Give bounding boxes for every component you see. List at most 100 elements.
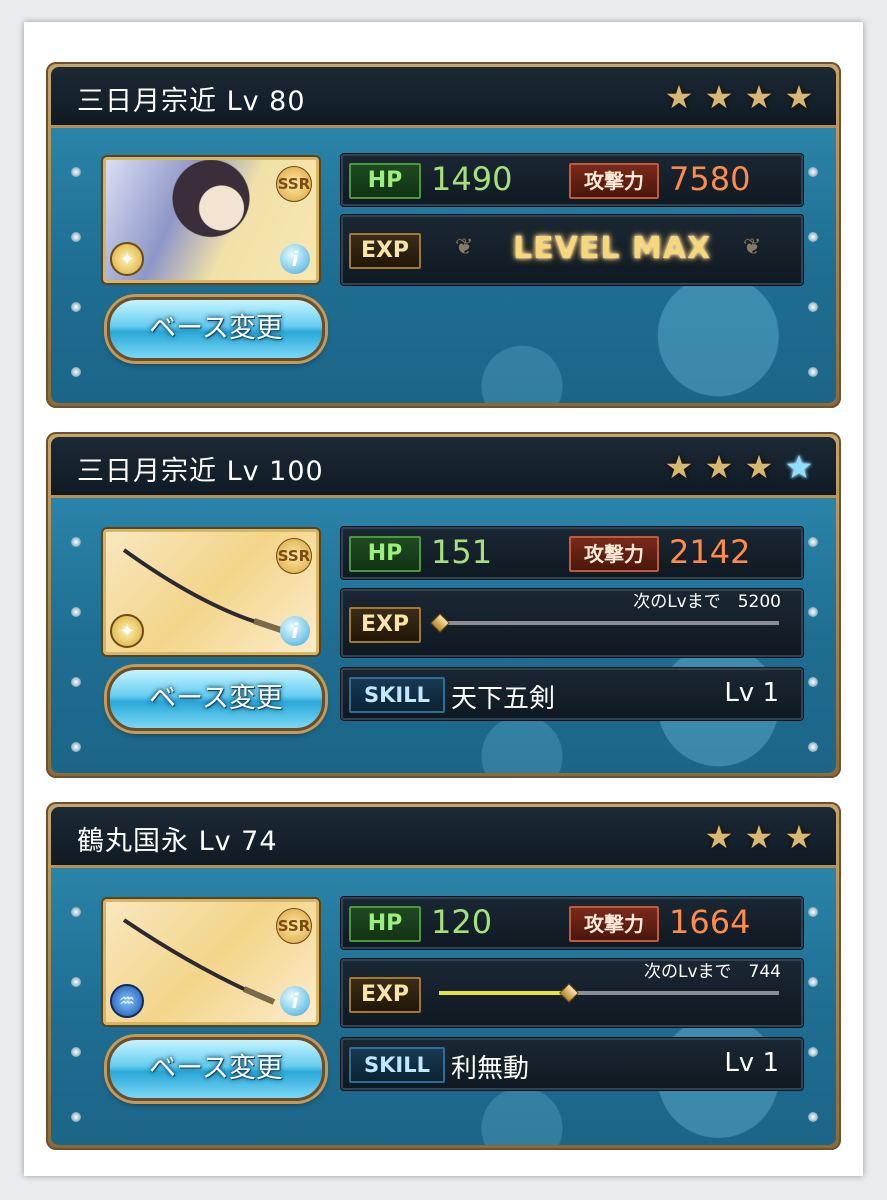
light-element-icon: ✦	[110, 614, 144, 648]
water-element-icon: ♒	[110, 984, 144, 1018]
rarity-badge: SSR	[276, 166, 312, 202]
card-title-bar: 鶴丸国永 Lv 74 ★ ★ ★	[51, 807, 836, 868]
change-base-button[interactable]: ベース変更	[107, 1037, 325, 1101]
hp-value: 1490	[431, 160, 513, 198]
star-rating: ★ ★ ★ ★	[662, 451, 816, 483]
rivet	[71, 1047, 81, 1057]
stats-bar: HP 151 攻撃力 2142	[341, 527, 803, 579]
card-title-bar: 三日月宗近 Lv 80 ★ ★ ★ ★	[51, 67, 836, 128]
info-icon[interactable]: i	[280, 986, 310, 1016]
rivet	[808, 1047, 818, 1057]
attack-label: 攻撃力	[569, 163, 659, 199]
hp-value: 120	[431, 903, 493, 941]
character-portrait[interactable]: SSR ✦ i	[103, 157, 319, 283]
star-icon: ★	[704, 78, 734, 116]
rarity-badge: SSR	[276, 538, 312, 574]
next-level-label: 次のLvまで 5200	[633, 592, 781, 612]
skill-name: 天下五剣	[451, 684, 556, 714]
star-icon: ★	[704, 448, 734, 486]
star-icon: ★	[744, 78, 774, 116]
change-base-button[interactable]: ベース変更	[107, 667, 325, 731]
star-icon: ★	[744, 818, 774, 856]
exp-label: EXP	[349, 977, 421, 1013]
info-icon[interactable]: i	[280, 244, 310, 274]
rivet	[71, 742, 81, 752]
weapon-portrait[interactable]: SSR ✦ i	[103, 529, 319, 655]
hp-label: HP	[349, 163, 421, 199]
rivet	[808, 607, 818, 617]
weapon-name-level: 鶴丸国永 Lv 74	[77, 826, 278, 857]
rivet	[71, 167, 81, 177]
rivet	[808, 1112, 818, 1122]
weapon-name-level: 三日月宗近 Lv 80	[77, 86, 306, 117]
rivet	[808, 232, 818, 242]
attack-value: 7580	[669, 160, 751, 198]
hp-label: HP	[349, 536, 421, 572]
level-max-text: LEVEL MAX	[513, 231, 712, 266]
rivet	[71, 367, 81, 377]
exp-progress-fill	[439, 991, 569, 995]
star-icon: ★	[744, 448, 774, 486]
star-icon: ★	[664, 78, 694, 116]
wing-ornament-left: ❦	[455, 235, 474, 260]
rivet	[808, 907, 818, 917]
star-icon: ★	[784, 818, 814, 856]
star-icon: ★	[664, 448, 694, 486]
rarity-badge: SSR	[276, 908, 312, 944]
exp-label: EXP	[349, 233, 421, 269]
rivet	[71, 677, 81, 687]
rivet	[71, 537, 81, 547]
skill-level: Lv 1	[724, 1048, 779, 1078]
skill-bar: SKILL 天下五剣 Lv 1	[341, 668, 803, 720]
info-icon[interactable]: i	[280, 616, 310, 646]
rivet	[71, 302, 81, 312]
light-element-icon: ✦	[110, 242, 144, 276]
exp-label: EXP	[349, 607, 421, 643]
skill-level: Lv 1	[724, 678, 779, 708]
star-rating: ★ ★ ★	[702, 821, 816, 853]
hp-label: HP	[349, 906, 421, 942]
rivet	[71, 1112, 81, 1122]
attack-value: 1664	[669, 903, 751, 941]
attack-label: 攻撃力	[569, 906, 659, 942]
rivet	[71, 607, 81, 617]
weapon-portrait[interactable]: SSR ♒ i	[103, 899, 319, 1025]
rivet	[808, 167, 818, 177]
change-base-button[interactable]: ベース変更	[107, 297, 325, 361]
rivet	[808, 367, 818, 377]
hp-value: 151	[431, 533, 493, 571]
exp-bar: 次のLvまで 744 EXP	[341, 959, 803, 1027]
rivet	[808, 677, 818, 687]
skill-label: SKILL	[349, 677, 445, 713]
weapon-card-1: 三日月宗近 Lv 80 ★ ★ ★ ★ SSR ✦ i ベース変更 HP 149…	[46, 62, 841, 408]
exp-progress-track	[430, 613, 779, 633]
star-rating: ★ ★ ★ ★	[662, 81, 816, 113]
weapon-card-3: 鶴丸国永 Lv 74 ★ ★ ★ SSR ♒ i ベース変更 HP 120 攻撃…	[46, 802, 841, 1150]
weapon-card-2: 三日月宗近 Lv 100 ★ ★ ★ ★ SSR ✦ i ベース変更 HP 15…	[46, 432, 841, 778]
exp-bar: EXP ❦ LEVEL MAX ❦	[341, 215, 803, 285]
star-icon: ★	[784, 78, 814, 116]
exp-progress-track	[439, 983, 779, 1003]
rivet	[71, 977, 81, 987]
rivet	[808, 742, 818, 752]
star-icon: ★	[784, 448, 814, 486]
wing-ornament-right: ❦	[743, 235, 762, 260]
rivet	[71, 907, 81, 917]
rivet	[808, 537, 818, 547]
rivet	[71, 232, 81, 242]
exp-progress-marker	[430, 613, 450, 633]
attack-value: 2142	[669, 533, 751, 571]
skill-bar: SKILL 利無動 Lv 1	[341, 1038, 803, 1090]
star-icon: ★	[704, 818, 734, 856]
weapon-name-level: 三日月宗近 Lv 100	[77, 456, 324, 487]
stats-bar: HP 120 攻撃力 1664	[341, 897, 803, 949]
next-level-label: 次のLvまで 744	[644, 962, 781, 982]
rivet	[808, 302, 818, 312]
rivet	[808, 977, 818, 987]
skill-name: 利無動	[451, 1054, 530, 1084]
card-title-bar: 三日月宗近 Lv 100 ★ ★ ★ ★	[51, 437, 836, 498]
exp-bar: 次のLvまで 5200 EXP	[341, 589, 803, 657]
exp-progress-marker	[559, 983, 580, 1003]
attack-label: 攻撃力	[569, 536, 659, 572]
skill-label: SKILL	[349, 1047, 445, 1083]
